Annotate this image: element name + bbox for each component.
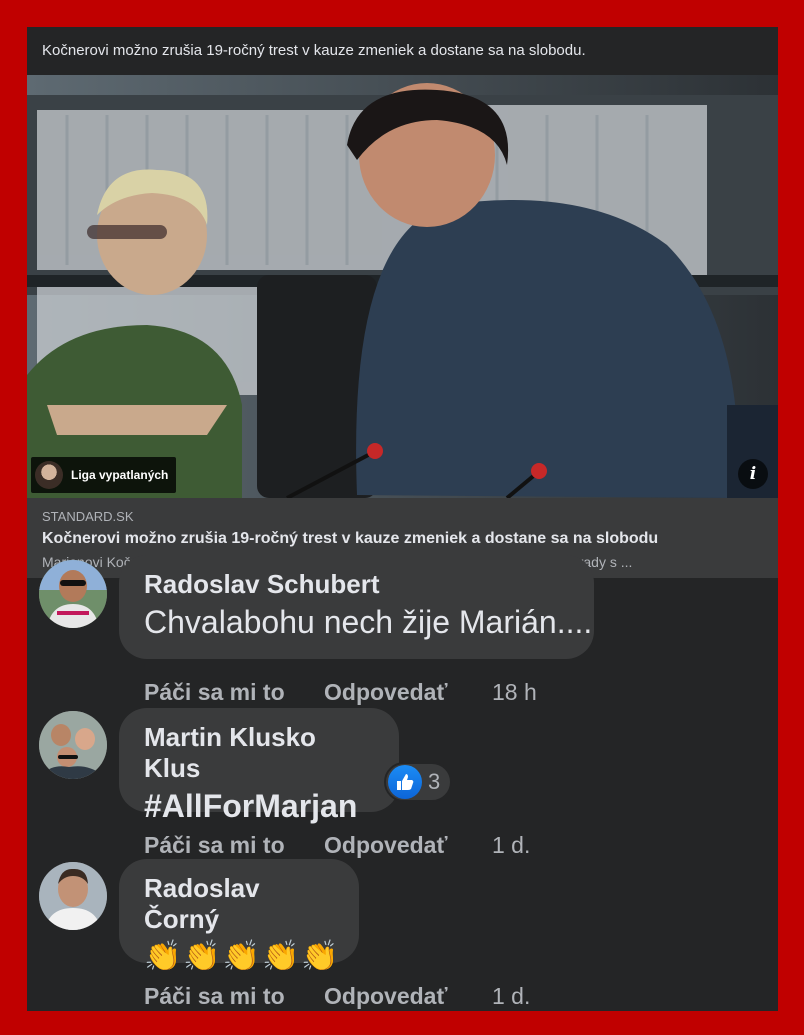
avatar[interactable] bbox=[39, 560, 107, 628]
like-button[interactable]: Páči sa mi to bbox=[144, 679, 324, 706]
comment-actions: Páči sa mi to Odpovedať 1 d. bbox=[144, 983, 530, 1010]
reply-button[interactable]: Odpovedať bbox=[324, 679, 492, 706]
comment-author[interactable]: Radoslav Schubert bbox=[144, 569, 569, 600]
reply-button[interactable]: Odpovedať bbox=[324, 983, 492, 1010]
post-caption: Kočnerovi možno zrušia 19-ročný trest v … bbox=[27, 27, 778, 75]
reaction-summary[interactable]: 3 bbox=[384, 762, 453, 802]
comment-bubble: Radoslav Schubert Chvalabohu nech žije M… bbox=[119, 555, 594, 659]
facebook-post: Kočnerovi možno zrušia 19-ročný trest v … bbox=[27, 27, 778, 1011]
avatar[interactable] bbox=[39, 711, 107, 779]
comment-text: 👏👏👏👏👏 bbox=[144, 940, 341, 973]
avatar[interactable] bbox=[39, 862, 107, 930]
comment-bubble: Radoslav Čorný 👏👏👏👏👏 bbox=[119, 859, 359, 973]
link-domain: STANDARD.SK bbox=[42, 509, 134, 524]
post-photo[interactable] bbox=[27, 75, 778, 498]
comment-text: #AllForMarjan bbox=[144, 788, 358, 824]
link-title[interactable]: Kočnerovi možno zrušia 19-ročný trest v … bbox=[42, 530, 763, 548]
page-tag-name: Liga vypatlaných bbox=[71, 468, 169, 482]
page-tag[interactable]: Liga vypatlaných bbox=[31, 457, 177, 493]
thumbs-up-icon bbox=[388, 765, 422, 799]
comment-time[interactable]: 18 h bbox=[492, 679, 537, 706]
comment-bubble: Martin Klusko Klus #AllForMarjan bbox=[119, 708, 399, 824]
reply-button[interactable]: Odpovedať bbox=[324, 832, 492, 859]
comment-author[interactable]: Martin Klusko Klus bbox=[144, 722, 374, 784]
comment-time[interactable]: 1 d. bbox=[492, 983, 530, 1010]
like-button[interactable]: Páči sa mi to bbox=[144, 983, 324, 1010]
comment-actions: Páči sa mi to Odpovedať 18 h bbox=[144, 679, 537, 706]
comment-author[interactable]: Radoslav Čorný bbox=[144, 873, 334, 935]
reaction-count: 3 bbox=[428, 769, 441, 794]
comment-text: Chvalabohu nech žije Marián.... bbox=[144, 604, 593, 640]
like-button[interactable]: Páči sa mi to bbox=[144, 832, 324, 859]
info-icon[interactable]: i bbox=[738, 459, 768, 489]
page-avatar bbox=[35, 461, 63, 489]
comment-actions: Páči sa mi to Odpovedať 1 d. bbox=[144, 832, 530, 859]
comment-time[interactable]: 1 d. bbox=[492, 832, 530, 859]
